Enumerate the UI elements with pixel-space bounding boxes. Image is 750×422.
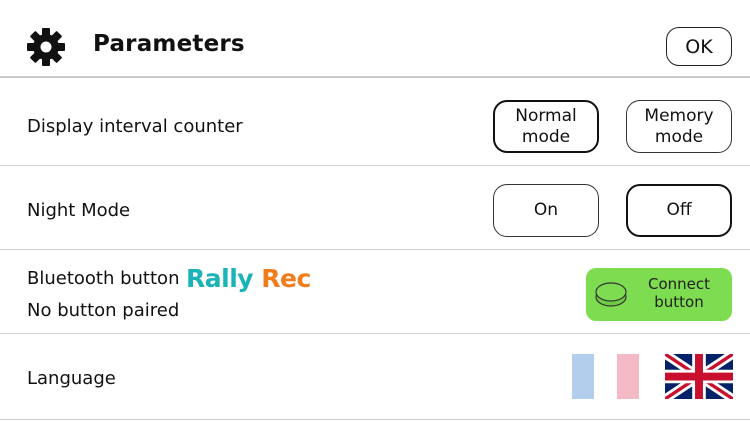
bluetooth-row: Bluetooth button Rally Rec No button pai… <box>0 250 750 334</box>
display-interval-label: Display interval counter <box>27 116 243 137</box>
bluetooth-remote-icon <box>595 282 627 307</box>
brand-rec: Rec <box>261 264 311 293</box>
french-flag-icon[interactable] <box>572 354 639 399</box>
gear-icon <box>27 28 65 66</box>
page-title: Parameters <box>93 31 245 57</box>
language-label: Language <box>27 368 116 389</box>
normal-mode-button[interactable]: Normal mode <box>493 100 599 153</box>
bluetooth-label: Bluetooth button <box>27 268 180 289</box>
connect-button-label: Connect button <box>647 275 711 311</box>
connect-button[interactable]: Connect button <box>586 268 732 321</box>
night-mode-off-button[interactable]: Off <box>626 184 732 237</box>
bluetooth-status: No button paired <box>27 300 180 321</box>
ok-button[interactable]: OK <box>666 27 732 66</box>
rallyrec-logo: Rally Rec <box>186 264 311 293</box>
display-interval-row: Display interval counter Normal mode Mem… <box>0 78 750 166</box>
uk-flag-icon[interactable] <box>665 354 733 399</box>
memory-mode-button[interactable]: Memory mode <box>626 100 732 153</box>
night-mode-on-button[interactable]: On <box>493 184 599 237</box>
brand-rally: Rally <box>186 264 254 293</box>
night-mode-label: Night Mode <box>27 200 131 221</box>
language-row: Language <box>0 334 750 420</box>
night-mode-row: Night Mode On Off <box>0 166 750 250</box>
header-bar: Parameters OK <box>0 0 750 78</box>
